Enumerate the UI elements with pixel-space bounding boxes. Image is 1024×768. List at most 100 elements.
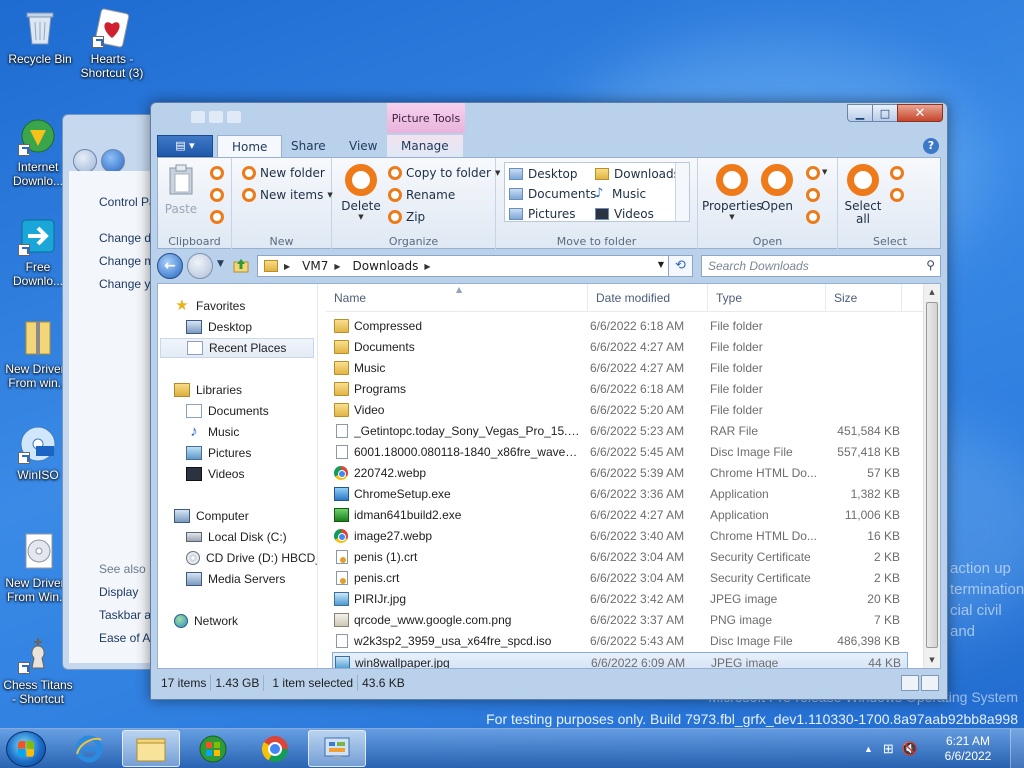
nav-favorites[interactable]: ★ Favorites xyxy=(174,296,317,316)
details-view-icon[interactable] xyxy=(901,675,919,691)
table-row[interactable]: image27.webp 6/6/2022 3:40 AM Chrome HTML … xyxy=(332,526,908,547)
column-date-modified[interactable]: Date modified xyxy=(588,284,708,312)
nav-network[interactable]: Network xyxy=(174,611,317,631)
bg-link[interactable]: Taskbar an xyxy=(99,608,158,622)
maximize-button[interactable]: □ xyxy=(872,104,898,122)
back-button[interactable]: ← xyxy=(157,253,183,279)
folder-icon[interactable] xyxy=(191,111,205,123)
move-to-pictures[interactable]: Pictures xyxy=(509,207,576,221)
move-to-music[interactable]: ♪ Music xyxy=(595,187,646,201)
table-row[interactable]: penis (1).crt 6/6/2022 3:04 AM Security Ce… xyxy=(332,547,908,568)
nav-cd-drive[interactable]: CD Drive (D:) HBCD_ xyxy=(186,548,317,568)
nav-pictures[interactable]: Pictures xyxy=(186,443,317,463)
show-desktop-button[interactable] xyxy=(1010,729,1024,768)
volume-muted-icon[interactable]: 🔇 xyxy=(902,741,918,757)
recent-locations-dropdown[interactable]: ▼ xyxy=(217,259,224,269)
address-history-dropdown[interactable]: ▼ xyxy=(658,260,664,269)
column-type[interactable]: Type xyxy=(708,284,826,312)
network-tray-icon[interactable]: ⊞ xyxy=(883,741,894,757)
breadcrumb-vm7[interactable]: VM7 ▶ xyxy=(296,259,346,273)
tab-share[interactable]: Share xyxy=(277,135,340,157)
table-row[interactable]: win8wallpaper.jpg 6/6/2022 6:09 AM JPEG im… xyxy=(332,652,908,668)
table-row[interactable]: qrcode_www.google.com.png 6/6/2022 3:37 A… xyxy=(332,610,908,631)
show-hidden-icons-icon[interactable]: ▲ xyxy=(864,744,873,754)
column-name[interactable]: Name xyxy=(326,284,588,312)
table-row[interactable]: Video 6/6/2022 5:20 AM File folder xyxy=(332,400,908,421)
file-menu-button[interactable]: ▤ ▾ xyxy=(157,135,213,157)
cut-icon[interactable] xyxy=(210,166,224,180)
properties-button[interactable]: Properties ▼ xyxy=(702,164,763,221)
tab-view[interactable]: View xyxy=(335,135,391,157)
scroll-thumb[interactable] xyxy=(926,302,938,648)
nav-music[interactable]: ♪ Music xyxy=(186,422,317,442)
nav-videos[interactable]: Videos xyxy=(186,464,317,484)
table-row[interactable]: Documents 6/6/2022 4:27 AM File folder xyxy=(332,337,908,358)
table-row[interactable]: Compressed 6/6/2022 6:18 AM File folder xyxy=(332,316,908,337)
copy-icon[interactable] xyxy=(210,188,224,202)
desktop-icon-recycle-bin[interactable]: Recycle Bin xyxy=(2,8,78,66)
taskbar-media-player[interactable] xyxy=(184,730,242,767)
vertical-scrollbar[interactable]: ▲ ▼ xyxy=(923,284,940,668)
start-button[interactable] xyxy=(6,731,46,767)
forward-button[interactable] xyxy=(187,253,213,279)
table-row[interactable]: 6001.18000.080118-1840_x86fre_wave1_Se..… xyxy=(332,442,908,463)
taskbar-explorer[interactable] xyxy=(122,730,180,767)
nav-recent-places[interactable]: Recent Places xyxy=(160,338,314,358)
table-row[interactable]: _Getintopc.today_Sony_Vegas_Pro_15.0.0..… xyxy=(332,421,908,442)
table-row[interactable]: Music 6/6/2022 4:27 AM File folder xyxy=(332,358,908,379)
scroll-down-icon[interactable]: ▼ xyxy=(924,652,940,668)
table-row[interactable]: PIRIJr.jpg 6/6/2022 3:42 AM JPEG image 20 K… xyxy=(332,589,908,610)
open-with-icon[interactable] xyxy=(806,166,820,180)
table-row[interactable]: idman641build2.exe 6/6/2022 4:27 AM Applic… xyxy=(332,505,908,526)
zip-button[interactable]: Zip xyxy=(388,210,425,224)
tab-manage[interactable]: Manage xyxy=(387,135,463,157)
new-items-button[interactable]: New items ▼ xyxy=(242,188,333,202)
delete-button[interactable]: Delete ▼ xyxy=(336,164,386,221)
move-to-downloads[interactable]: Downloads xyxy=(595,167,680,181)
select-none-icon[interactable] xyxy=(890,166,904,180)
select-all-button[interactable]: Select all xyxy=(838,164,888,226)
move-to-desktop[interactable]: Desktop xyxy=(509,167,578,181)
move-to-videos[interactable]: Videos xyxy=(595,207,654,221)
taskbar-internet-explorer[interactable] xyxy=(60,730,118,767)
taskbar-control-panel[interactable] xyxy=(308,730,366,767)
paste-button[interactable]: Paste xyxy=(158,164,204,216)
taskbar-chrome[interactable] xyxy=(246,730,304,767)
explorer-window[interactable]: Picture Tools ▁ □ ✕ ▤ ▾ Home Share View … xyxy=(150,102,948,700)
invert-selection-icon[interactable] xyxy=(890,188,904,202)
new-folder-icon[interactable] xyxy=(227,111,241,123)
tab-home[interactable]: Home xyxy=(217,135,283,158)
breadcrumb-downloads[interactable]: Downloads ▶ xyxy=(347,259,437,273)
rename-button[interactable]: Rename xyxy=(388,188,455,202)
table-row[interactable]: w2k3sp2_3959_usa_x64fre_spcd.iso 6/6/2022… xyxy=(332,631,908,652)
scroll-up-icon[interactable]: ▲ xyxy=(924,284,940,300)
edit-icon[interactable] xyxy=(806,188,820,202)
table-row[interactable]: 220742.webp 6/6/2022 5:39 AM Chrome HTML D… xyxy=(332,463,908,484)
clock[interactable]: 6:21 AM 6/6/2022 xyxy=(926,734,1010,764)
bg-link[interactable]: Ease of Ac xyxy=(99,631,156,645)
copy-to-folder-button[interactable]: Copy to folder ▼ xyxy=(388,166,500,180)
nav-local-disk[interactable]: Local Disk (C:) xyxy=(186,527,317,547)
nav-computer[interactable]: Computer xyxy=(174,506,317,526)
open-button[interactable]: Open xyxy=(754,164,800,213)
minimize-button[interactable]: ▁ xyxy=(847,104,873,122)
large-icons-view-icon[interactable] xyxy=(921,675,939,691)
nav-media-servers[interactable]: Media Servers xyxy=(186,569,317,589)
nav-documents[interactable]: Documents xyxy=(186,401,317,421)
search-input[interactable]: Search Downloads ⚲ xyxy=(701,255,941,277)
refresh-button[interactable]: ⟲ xyxy=(669,255,693,277)
gallery-scroll[interactable] xyxy=(675,163,689,221)
help-icon[interactable]: ? xyxy=(923,138,939,154)
move-to-documents[interactable]: Documents xyxy=(509,187,596,201)
desktop-icon-hearts[interactable]: Hearts - Shortcut (3) xyxy=(74,8,150,80)
address-root-icon[interactable]: ▶ xyxy=(258,260,296,272)
new-folder-button[interactable]: New folder xyxy=(242,166,325,180)
bg-link[interactable]: Change d xyxy=(99,231,151,245)
bg-link[interactable]: Change m xyxy=(99,254,154,268)
history-icon[interactable] xyxy=(806,210,820,224)
file-list[interactable]: ▲ Name Date modified Type Size Compresse… xyxy=(326,284,923,668)
nav-libraries[interactable]: Libraries xyxy=(174,380,317,400)
bg-link[interactable]: Change yo xyxy=(99,277,157,291)
properties-icon[interactable] xyxy=(209,111,223,123)
address-bar[interactable]: ▶ VM7 ▶ Downloads ▶ ▼ xyxy=(257,255,669,277)
